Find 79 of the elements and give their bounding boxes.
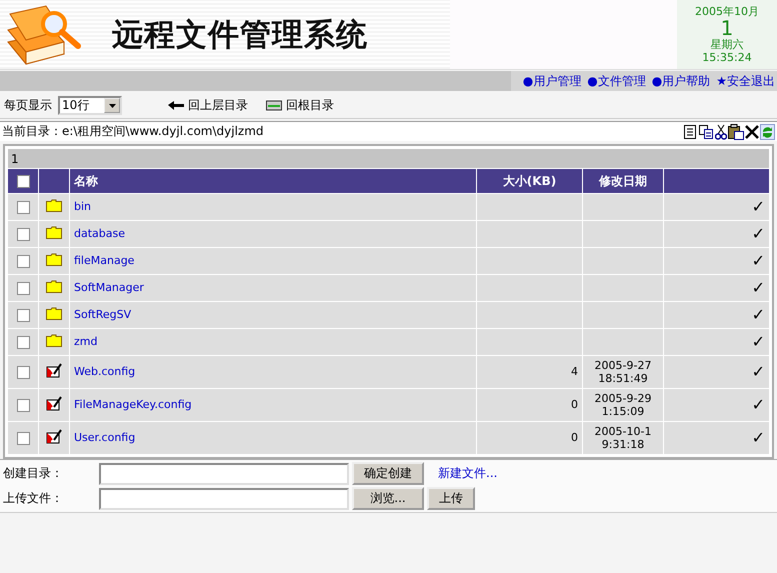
create-dir-label: 创建目录：	[3, 465, 64, 482]
nav-link[interactable]: ★安全退出	[716, 72, 775, 90]
upload-button[interactable]: 上传	[427, 487, 475, 510]
status-mark: ✓	[752, 251, 765, 270]
select-all-checkbox[interactable]	[16, 175, 30, 188]
file-name-link[interactable]: bin	[74, 200, 92, 214]
current-path: 当前目录：e:\租用空间\www.dyjl.com\dyjlzmd	[2, 123, 265, 140]
status-mark: ✓	[752, 332, 765, 352]
status-mark: ✓	[752, 428, 765, 448]
status-mark: ✓	[752, 197, 765, 216]
file-size: 0	[571, 398, 578, 412]
time-text: 15:35:24	[702, 51, 752, 64]
row-checkbox[interactable]	[16, 432, 30, 445]
file-name-link[interactable]: database	[74, 227, 125, 240]
column-header: 名称	[70, 169, 476, 193]
nav-link[interactable]: ●用户帮助	[652, 72, 710, 90]
scissors-icon[interactable]	[715, 124, 727, 140]
file-name-link[interactable]: SoftManager	[74, 281, 144, 294]
create-button[interactable]: 确定创建	[352, 462, 424, 485]
modified-date: 2005-10-1 9:31:18	[594, 424, 652, 452]
weekday-text: 星期六	[710, 38, 744, 52]
row-checkbox[interactable]	[16, 282, 30, 295]
folder-icon	[46, 226, 62, 239]
parent-dir-link[interactable]: 回上层目录	[168, 97, 248, 114]
page-number: 1	[8, 149, 769, 168]
browse-button[interactable]: 浏览...	[352, 487, 424, 510]
folder-icon	[46, 280, 62, 293]
status-mark: ✓	[752, 305, 765, 324]
folder-icon	[46, 306, 62, 320]
row-checkbox[interactable]	[16, 366, 30, 379]
nav-link[interactable]: ●用户管理	[522, 72, 582, 90]
left-arrow-icon	[168, 100, 184, 110]
app-title: 远程文件管理系统	[112, 16, 368, 54]
file-name-link[interactable]: FileManageKey.config	[74, 398, 192, 412]
delete-icon[interactable]	[745, 124, 759, 140]
paste-icon[interactable]	[728, 124, 744, 140]
column-header: 修改日期	[583, 169, 663, 193]
page-size-select[interactable]: 10行	[58, 96, 122, 115]
status-mark: ✓	[752, 278, 765, 298]
modified-date: 2005-9-27 18:51:49	[594, 358, 652, 386]
row-checkbox[interactable]	[16, 398, 30, 412]
row-checkbox[interactable]	[16, 308, 30, 322]
file-name-link[interactable]: Web.config	[74, 365, 136, 378]
column-header: 大小(KB)	[477, 169, 582, 193]
folder-icon	[46, 334, 62, 347]
dir-name-field[interactable]	[99, 462, 349, 484]
row-checkbox[interactable]	[16, 336, 30, 349]
row-checkbox[interactable]	[16, 200, 30, 214]
file-name-link[interactable]: User.config	[74, 431, 136, 444]
file-size: 0	[571, 431, 578, 444]
status-mark: ✓	[752, 224, 765, 244]
notepad-icon[interactable]	[683, 124, 697, 140]
file-name-link[interactable]: SoftRegSV	[74, 308, 132, 322]
refresh-icon[interactable]	[760, 124, 775, 140]
folder-icon	[46, 252, 62, 266]
copy-icon[interactable]	[698, 124, 714, 140]
drive-icon	[266, 100, 282, 112]
page-size-label: 每页显示	[4, 97, 52, 114]
file-name-link[interactable]: fileManage	[74, 254, 134, 268]
file-edit-icon	[46, 362, 62, 378]
new-file-link[interactable]: 新建文件...	[438, 465, 498, 482]
file-name-link[interactable]: zmd	[74, 335, 98, 348]
file-edit-icon	[46, 395, 62, 412]
books-icon	[4, 4, 84, 66]
day-text: 1	[720, 18, 734, 38]
status-mark: ✓	[752, 362, 765, 382]
upload-label: 上传文件：	[3, 490, 64, 507]
dropdown-arrow-icon	[108, 104, 116, 108]
modified-date: 2005-9-29 1:15:09	[594, 392, 652, 418]
month-text: 2005年10月	[695, 4, 759, 18]
upload-file-field[interactable]	[99, 488, 349, 510]
nav-link[interactable]: ●文件管理	[587, 72, 646, 90]
folder-icon	[46, 198, 62, 212]
status-mark: ✓	[752, 395, 765, 414]
row-checkbox[interactable]	[16, 254, 30, 268]
file-edit-icon	[46, 428, 62, 444]
file-size: 4	[571, 365, 578, 378]
root-dir-link[interactable]: 回根目录	[266, 97, 334, 114]
row-checkbox[interactable]	[16, 228, 30, 241]
